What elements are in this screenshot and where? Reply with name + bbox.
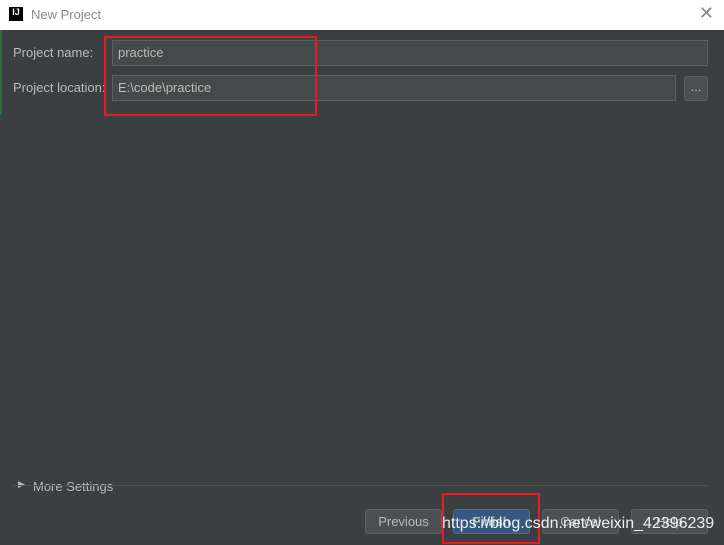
title-bar: IJ New Project ✕ (0, 0, 724, 30)
browse-button[interactable]: ... (684, 76, 708, 101)
previous-button[interactable]: Previous (365, 509, 442, 534)
highlight-box (104, 36, 317, 116)
project-location-label: Project location: (13, 80, 105, 95)
project-name-label: Project name: (13, 45, 94, 60)
watermark: https://blog.csdn.net/weixin_42396239 (442, 515, 715, 532)
close-icon[interactable]: ✕ (699, 3, 714, 24)
intellij-logo-icon: IJ (9, 7, 23, 21)
window-edge (0, 30, 2, 115)
window-title: New Project (31, 7, 102, 22)
more-settings-toggle[interactable]: More Settings (33, 479, 113, 494)
divider (13, 485, 708, 486)
